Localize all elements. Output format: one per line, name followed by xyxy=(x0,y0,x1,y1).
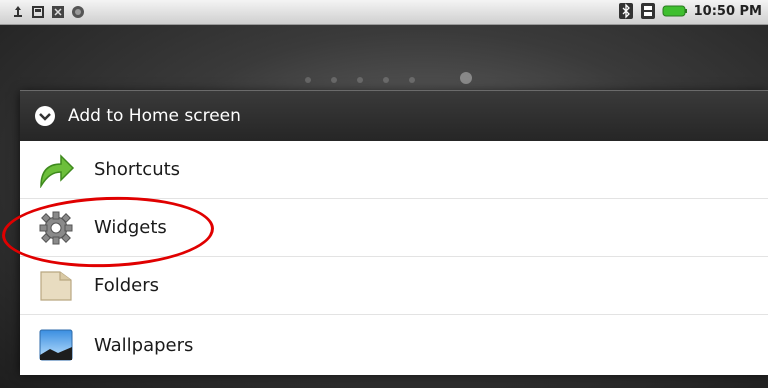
bluetooth-icon xyxy=(618,3,634,19)
wallpaper-icon xyxy=(36,325,76,365)
usb-icon xyxy=(10,4,26,20)
list-item-folders[interactable]: Folders xyxy=(20,257,768,315)
dialog-title-bar: Add to Home screen xyxy=(20,90,768,141)
list-item-label: Folders xyxy=(94,275,160,296)
list-item-label: Wallpapers xyxy=(94,334,194,356)
signal-icon xyxy=(640,3,656,19)
sd-card-icon xyxy=(30,4,46,20)
dialog-title: Add to Home screen xyxy=(68,106,241,126)
chevron-down-icon xyxy=(34,105,56,127)
status-clock: 10:50 PM xyxy=(693,3,762,19)
status-bar: 10:50 PM xyxy=(0,0,768,25)
folder-icon xyxy=(36,266,76,306)
list-item-shortcuts[interactable]: Shortcuts xyxy=(20,141,768,199)
usb-debug-icon xyxy=(50,4,66,20)
shortcut-arrow-icon xyxy=(36,150,76,190)
list-item-wallpapers[interactable]: Wallpapers xyxy=(20,315,768,375)
battery-icon xyxy=(662,3,688,19)
sync-icon xyxy=(70,4,86,20)
list-item-label: Shortcuts xyxy=(94,159,181,180)
